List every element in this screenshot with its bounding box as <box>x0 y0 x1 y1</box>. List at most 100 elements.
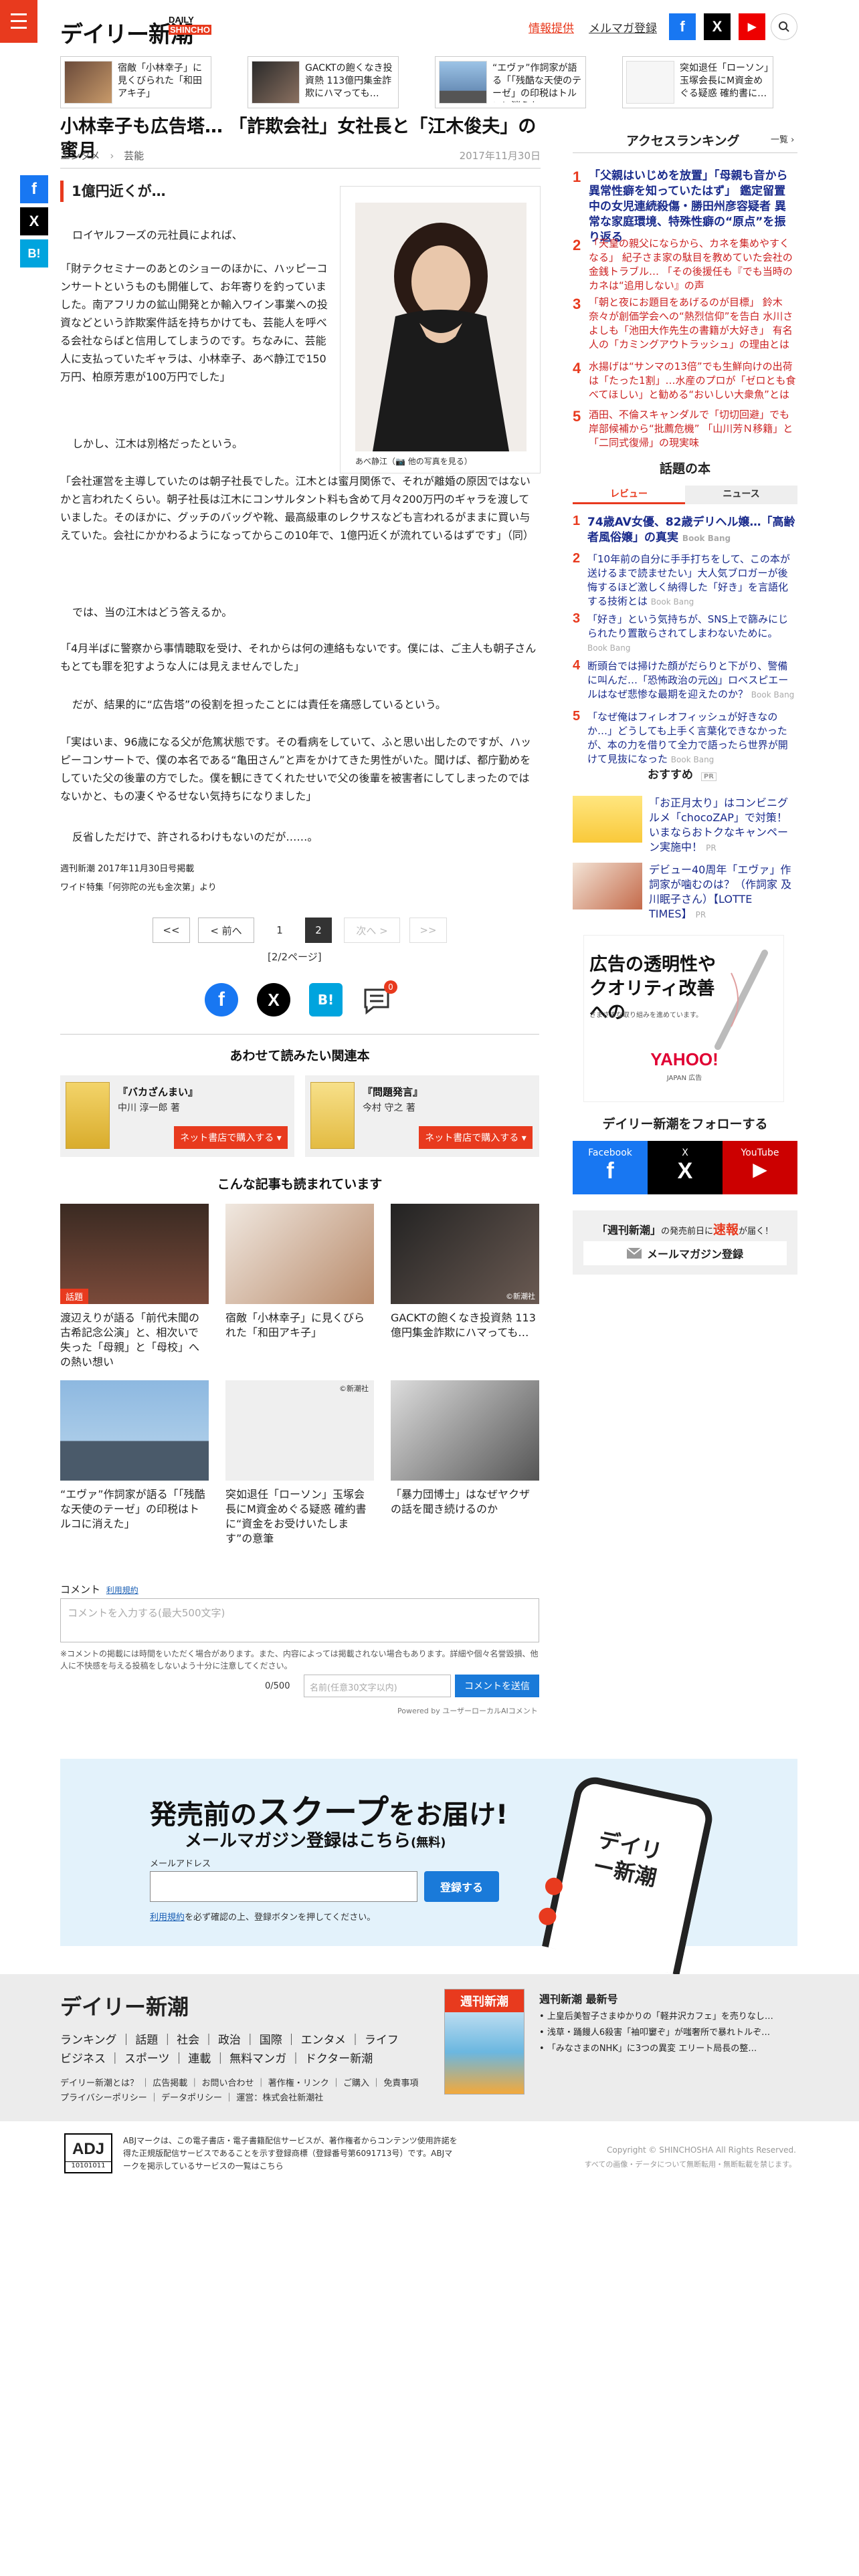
pager-first-button[interactable]: << <box>153 918 190 943</box>
latest-issue-item[interactable]: • 「みなさまのNHK」に3つの異変 エリート局長の整… <box>539 2041 793 2054</box>
facebook-icon[interactable]: f <box>669 13 696 40</box>
share-x-icon[interactable]: X <box>20 207 48 235</box>
photo-credit: ©新潮社 <box>339 1384 369 1393</box>
youtube-icon[interactable]: ▶ <box>739 13 765 40</box>
recommend-thumbnail <box>573 863 642 909</box>
article-subheading: 1億円近くが… <box>60 181 321 202</box>
related-books-heading: あわせて読みたい関連本 <box>229 1049 370 1063</box>
site-logo[interactable]: デイリー新潮 DAILY SHINCHO <box>60 15 211 48</box>
tab-news[interactable]: ニュース <box>685 486 797 504</box>
strip-article-3[interactable]: “エヴァ”作詞家が語る「「残酷な天使のテーゼ」の印税はトルコに消えた… <box>435 56 586 108</box>
strip-article-4[interactable]: 突如退任「ローソン」玉塚会長にM資金めぐる疑惑 確約書に… <box>622 56 773 108</box>
info-link[interactable]: 情報提供 <box>529 19 574 35</box>
book-news-item-2[interactable]: 2 「10年前の自分に手手打ちをして、この本が送けるまで読ませたい」大人気ブロガ… <box>573 551 797 607</box>
book-news-item-4[interactable]: 4 断頭台では掃けた顔がだらりと下がり、警備に叫んだ…「恐怖政治の元凶」ロベスピ… <box>573 658 797 704</box>
card-image <box>391 1380 539 1481</box>
ranking-item-3[interactable]: 3 「朝と夜にお題目をあげるのが目標」 鈴木奈々が創価学会への“熱烈信仰”を告白… <box>573 296 797 354</box>
mail-register-button[interactable]: メールマガジン登録 <box>583 1241 787 1265</box>
pager-page-1[interactable]: 1 <box>266 918 293 943</box>
footer-nav-row-2: ビジネス ｜ スポーツ ｜ 連載 ｜ 無料マンガ ｜ ドクター新潮 <box>60 2052 373 2066</box>
follow-heading: デイリー新潮をフォローする <box>602 1117 768 1132</box>
footer-links[interactable]: デイリー新潮とは？ ｜ 広告掲載 ｜ お問い合わせ ｜ 著作権・リンク ｜ ご購… <box>60 2076 418 2088</box>
pager-prev-button[interactable]: < 前へ <box>198 918 254 943</box>
read-more-card[interactable]: 「暴力団博士」はなぜヤクザの話を聞き続けるのか <box>391 1380 539 1517</box>
comment-submit-button[interactable]: コメントを送信 <box>455 1675 539 1697</box>
comment-textarea[interactable]: コメントを入力する(最大500文字) <box>60 1598 539 1642</box>
book-news-item-3[interactable]: 3 「好き」という気持ちが、SNS上で篩みにじられたり置散らされてしまわないため… <box>573 611 797 653</box>
comment-icon[interactable]: 0 <box>361 980 397 1016</box>
book-cover-image[interactable] <box>66 1082 110 1149</box>
footer-links[interactable]: プライバシーポリシー ｜ データポリシー ｜ 運営：株式会社新潮社 <box>60 2090 323 2103</box>
tab-review[interactable]: レビュー <box>573 486 685 504</box>
buy-online-button[interactable]: ネット書店で購入する ▾ <box>419 1126 533 1149</box>
strip-article-2[interactable]: GACKTの飽くなき投資熱 113億円集金詐欺にハマっても… <box>248 56 399 108</box>
recommend-thumbnail <box>573 796 642 843</box>
photo-caption[interactable]: あべ静江（📷 他の写真を見る） <box>355 455 472 467</box>
books-heading: 話題の本 <box>659 461 710 476</box>
book-news-item-5[interactable]: 5 「なぜ俺はフィレオフィッシュが好きなのか…」どうしても上手く言葉化できなかっ… <box>573 709 797 765</box>
follow-youtube-button[interactable]: YouTube ▶ <box>723 1141 797 1194</box>
share-facebook-icon[interactable]: f <box>205 983 238 1016</box>
crumb-geino[interactable]: 芸能 <box>124 150 144 162</box>
abj-description: ABJマークは、この電子書店・電子書籍配信サービスが、著作権者からコンテンツ使用… <box>123 2136 458 2171</box>
newsletter-register-button[interactable]: 登録する <box>424 1871 499 1902</box>
latest-issue-item[interactable]: • 上皇后美智子さまゆかりの「軽井沢カフェ」を売りなし… <box>539 2009 793 2022</box>
magazine-cover-image[interactable]: 週刊新潮 <box>444 1989 524 2095</box>
comment-terms-link[interactable]: 利用規約 <box>106 1586 138 1595</box>
search-icon[interactable] <box>771 13 797 40</box>
card-image: ©新潮社 <box>391 1204 539 1304</box>
yahoo-ad-banner[interactable]: 広告の透明性や クオリティ改善への さまざまな取り組みを進めています。 YAHOO… <box>583 935 784 1102</box>
paragraph: ロイヤルフーズの元社員によれば、 <box>72 229 243 241</box>
read-more-card[interactable]: ©新潮社 GACKTの飽くなき投資熱 113億円集金詐欺にハマっても… <box>391 1204 539 1340</box>
share-hatena-icon[interactable]: B! <box>20 239 48 267</box>
read-more-card[interactable]: 話題 渡辺えりが語る「前代未聞の古希記念公演」と、相次いで失った「母親」と「母校… <box>60 1204 209 1370</box>
thumbnail-image <box>64 61 112 104</box>
article-photo[interactable]: あべ静江（📷 他の写真を見る） <box>340 186 541 473</box>
book-cover-image[interactable] <box>310 1082 355 1149</box>
divider <box>60 1034 539 1035</box>
book-news-item-1[interactable]: 1 74歳AV女優、82歳デリヘル嬢…「高齢者風俗嬢」の真実 Book Bang <box>573 514 797 544</box>
follow-x-button[interactable]: X X <box>648 1141 723 1194</box>
phone-illustration: デイリー新潮 <box>537 1773 717 1975</box>
abj-mark-icon: ADJ 10101011 <box>64 2133 112 2173</box>
comment-note: ※コメントの掲載には時間をいただく場合があります。また、内容によっては掲載されな… <box>60 1649 539 1671</box>
newsletter-email-input[interactable] <box>150 1871 417 1902</box>
read-more-card[interactable]: “エヴァ”作詞家が語る「「残酷な天使のテーゼ」の印税はトルコに消えた」 <box>60 1380 209 1531</box>
paragraph: では、当の江木はどう答えるか。 <box>72 606 233 619</box>
strip-article-1[interactable]: 宿敵「小林幸子」に見くびられた「和田アキ子」 <box>60 56 211 108</box>
paragraph: 「財テクセミナーのあとのショーのほかに、ハッピーコンサートというものも開催して、… <box>60 262 328 383</box>
x-icon[interactable]: X <box>704 13 731 40</box>
hamburger-menu-button[interactable] <box>0 0 37 43</box>
photo-image <box>355 203 527 451</box>
read-more-card[interactable]: ©新潮社 突如退任「ローソン」玉塚会長にM資金めぐる疑惑 確約書に“資金をお受け… <box>225 1380 374 1546</box>
ranking-item-2[interactable]: 2 「天皇の親父にならから、カネを集めやすくなる」 紀子さま家の駄目を教めていた… <box>573 237 797 292</box>
menu-bar-icon <box>11 27 27 29</box>
related-book-1: 『バカざんまい』 中川 淳一郎 著 ネット書店で購入する ▾ <box>60 1075 294 1157</box>
site-header: デイリー新潮 DAILY SHINCHO 情報提供 メルマガ登録 f X ▶ <box>0 0 859 53</box>
ranking-more-link[interactable]: 一覧 › <box>771 132 794 145</box>
comment-powered-by: Powered by ユーザーローカルAIコメント <box>397 1707 538 1715</box>
share-facebook-icon[interactable]: f <box>20 175 48 203</box>
latest-issue-item[interactable]: • 浅草・踊饅人6殺害「袖叩窶ぞ」が嗤奢所で暴れトルぞ… <box>539 2025 793 2038</box>
email-label: メールアドレス <box>150 1859 211 1869</box>
footer-logo[interactable]: デイリー新潮 <box>60 1990 189 2021</box>
paragraph: しかし、江木は別格だったという。 <box>72 437 244 450</box>
follow-facebook-button[interactable]: Facebook f <box>573 1141 648 1194</box>
paragraph: 「4月半ばに警察から事情聴取を受け、それからは何の連絡もないです。僕には、ご主人… <box>60 642 537 673</box>
read-more-card[interactable]: 宿敵「小林幸子」に見くびられた「和田アキ子」 <box>225 1204 374 1340</box>
ranking-item-4[interactable]: 4 水揚げは“サンマの13倍”でも生鮮向けの出荷は「たった1割」…水産のプロが「… <box>573 360 797 404</box>
pager-page-2[interactable]: 2 <box>305 918 332 943</box>
buy-online-button[interactable]: ネット書店で購入する ▾ <box>174 1126 288 1149</box>
recommend-item-2[interactable]: デビュー40周年「エヴァ」作詞家が噛むのは？（作詞家 及川眠子さん）【LOTTE… <box>573 863 797 920</box>
comment-name-input[interactable]: 名前(任意30文字以内) <box>304 1675 451 1697</box>
mail-register-link[interactable]: メルマガ登録 <box>589 19 657 35</box>
ranking-item-1[interactable]: 1 「父親はいじめを放置」「母親も音から異常性癖を知っていたはず」 鑑定留置中の… <box>573 169 797 244</box>
ranking-item-5[interactable]: 5 酒田、不倫スキャンダルで「切切回避」でも岸部候補から“批薦危機” 「山川芳Ｎ… <box>573 408 797 452</box>
newsletter-terms-link[interactable]: 利用規約 <box>150 1913 185 1923</box>
share-x-icon[interactable]: X <box>257 983 290 1016</box>
share-hatena-icon[interactable]: B! <box>309 983 343 1016</box>
pager-last-button: >> <box>409 918 447 943</box>
crumb-entertainment[interactable]: エンタメ <box>60 150 100 162</box>
recommend-item-1[interactable]: 「お正月太り」はコンビニグルメ「chocoZAP」で対策！いまならおトクなキャン… <box>573 796 797 853</box>
comment-count-badge: 0 <box>384 980 397 994</box>
